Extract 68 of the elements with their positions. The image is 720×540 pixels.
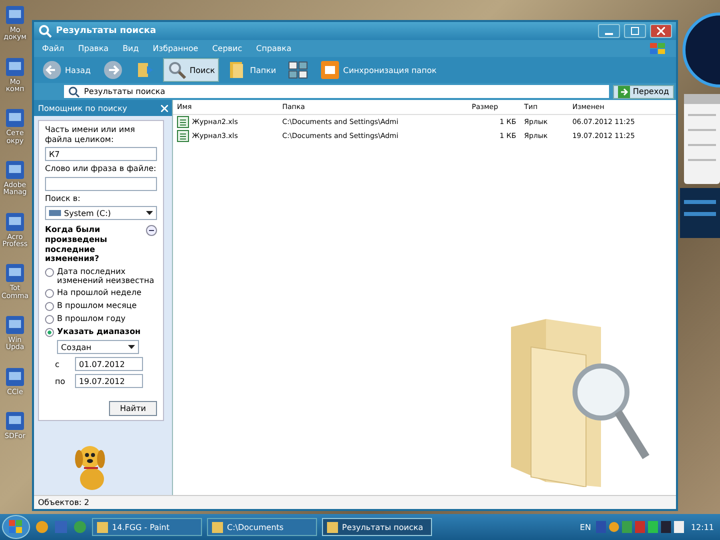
pane-title: Помощник по поиску <box>38 104 128 112</box>
toolbar-button[interactable]: Поиск <box>162 58 219 82</box>
meter-gadget-drawing <box>680 188 720 238</box>
shortcut-icon[interactable] <box>4 56 26 78</box>
search-icon <box>38 24 52 38</box>
shortcut-icon[interactable] <box>4 107 26 130</box>
shortcut-icon[interactable] <box>4 410 26 432</box>
windows-flag-icon <box>648 42 668 56</box>
caret-icon <box>128 345 135 350</box>
sync-icon <box>320 60 340 80</box>
shortcut-icon[interactable] <box>4 159 26 182</box>
close-icon <box>657 27 665 35</box>
status-text: Объектов: 2 <box>38 498 90 507</box>
caret-icon <box>146 211 153 216</box>
search-icon <box>166 60 187 80</box>
radio-option[interactable]: В прошлом году <box>45 314 157 324</box>
radio-option[interactable]: На прошлой неделе <box>45 288 157 298</box>
clock: 12:11 <box>690 522 714 532</box>
window-icon <box>97 522 108 532</box>
date-type-dropdown[interactable]: Создан <box>57 340 139 354</box>
shortcut-icon[interactable] <box>4 210 26 233</box>
window-icon <box>212 522 223 532</box>
language-indicator[interactable]: EN <box>580 522 591 532</box>
section-heading: Когда были произведены последние изменения? <box>45 225 108 264</box>
address-field[interactable]: Результаты поиска <box>64 85 609 98</box>
filename-field[interactable]: К7 <box>45 147 157 162</box>
date-field[interactable]: 01.07.2012 <box>75 357 143 372</box>
phrase-field[interactable] <box>45 176 157 191</box>
look-in-dropdown[interactable]: System (C:) <box>45 206 157 220</box>
toolbar-button[interactable]: Назад <box>38 58 95 82</box>
maximize-button[interactable] <box>624 24 646 38</box>
quick-launch-icon[interactable] <box>73 520 87 534</box>
taskbar-button[interactable]: 14.FGG - Paint <box>92 518 202 536</box>
shortcut-icon[interactable] <box>4 262 26 284</box>
field-label: с <box>55 360 60 369</box>
drive-icon <box>49 208 61 218</box>
window-icon <box>327 522 338 532</box>
field-label: Слово или фраза в файле: <box>45 164 157 174</box>
field-label: Часть имени или имя файла целиком: <box>45 125 136 144</box>
go-button[interactable]: Переход <box>612 84 674 98</box>
search-icon <box>68 86 80 98</box>
close-icon <box>161 104 168 112</box>
window-title: Результаты поиска <box>56 26 156 36</box>
spreadsheet-icon <box>177 116 189 128</box>
field-label: по <box>55 376 66 386</box>
close-button[interactable] <box>650 24 672 38</box>
start-button[interactable] <box>2 515 30 539</box>
spreadsheet-icon <box>177 130 189 142</box>
windows-logo-icon <box>9 520 23 534</box>
date-field[interactable]: 19.07.2012 <box>75 374 143 388</box>
shortcut-icon[interactable] <box>4 4 26 26</box>
shortcut-icon[interactable] <box>4 314 26 336</box>
field-label: Поиск в: <box>45 194 82 204</box>
minimize-button[interactable] <box>598 24 620 38</box>
toolbar-button[interactable]: Папки <box>222 58 280 82</box>
views-icon <box>288 60 308 80</box>
radio-option[interactable]: В прошлом месяце <box>45 301 157 312</box>
taskbar-button[interactable]: C:\Documents <box>207 518 317 536</box>
shortcut-icon[interactable] <box>4 366 26 388</box>
quick-launch-icon[interactable] <box>35 520 49 534</box>
radio-option[interactable]: Дата последних изменений неизвестна <box>45 266 157 286</box>
taskbar-button[interactable]: Результаты поиска <box>322 518 432 536</box>
radio-option[interactable]: Указать диапазон <box>45 327 157 338</box>
maximize-icon <box>631 27 639 35</box>
toolbar-button[interactable]: Синхронизация папок <box>316 58 441 82</box>
arrow-icon <box>618 86 630 98</box>
collapse-icon[interactable] <box>146 225 157 236</box>
find-button[interactable]: Найти <box>109 401 157 416</box>
